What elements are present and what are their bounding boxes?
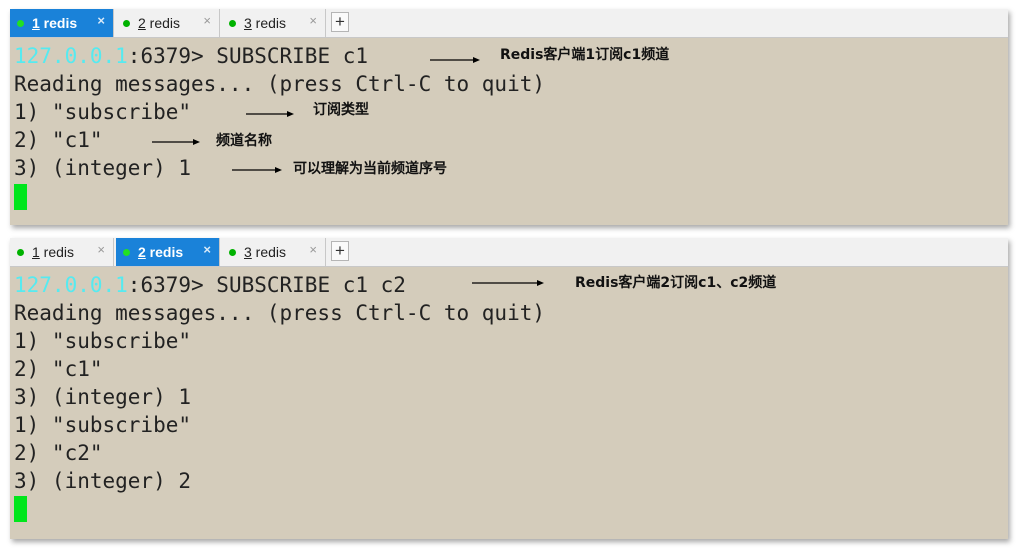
tab-label: 2 redis [138,15,181,31]
output-line: 1) "subscribe" [14,100,192,124]
connected-dot-icon [17,20,24,27]
annotation-label: Redis客户端1订阅c1频道 [500,47,670,63]
tab-redis-3[interactable]: 3 redis × [222,238,326,266]
output-line: 2) "c2" [14,441,103,465]
terminal-cursor [14,496,27,522]
prompt-command: :6379> SUBSCRIBE c1 c2 [127,273,406,297]
tab-redis-2[interactable]: 2 redis × [116,238,220,266]
terminal-window-2: 1 redis × 2 redis × 3 redis × + 127.0.0.… [10,238,1008,539]
close-tab-icon[interactable]: × [309,242,317,257]
close-tab-icon[interactable]: × [97,13,105,28]
output-line: Reading messages... (press Ctrl-C to qui… [14,301,546,325]
close-tab-icon[interactable]: × [203,242,211,257]
arrow-icon [430,57,480,63]
prompt-line: 127.0.0.1:6379> SUBSCRIBE c1 c2 [14,271,406,299]
annotation-label: 订阅类型 [313,102,369,118]
arrow-icon [246,111,294,117]
tab-redis-2[interactable]: 2 redis × [116,9,220,37]
add-tab-button[interactable]: + [331,12,349,32]
output-line: 2) "c1" [14,357,103,381]
tab-label: 1 redis [32,15,78,31]
connected-dot-icon [17,249,24,256]
terminal-window-1: 1 redis × 2 redis × 3 redis × + 127.0.0.… [10,9,1008,225]
arrow-icon [232,167,282,173]
close-tab-icon[interactable]: × [97,242,105,257]
prompt-host: 127.0.0.1 [14,273,128,297]
connected-dot-icon [123,20,130,27]
tab-label: 1 redis [32,244,75,260]
output-line: 1) "subscribe" [14,413,192,437]
annotation-label: Redis客户端2订阅c1、c2频道 [575,275,777,291]
add-tab-button[interactable]: + [331,241,349,261]
tab-bar: 1 redis × 2 redis × 3 redis × + [10,9,1008,38]
prompt-command: :6379> SUBSCRIBE c1 [127,44,369,68]
tab-bar: 1 redis × 2 redis × 3 redis × + [10,238,1008,267]
output-line: Reading messages... (press Ctrl-C to qui… [14,72,546,96]
connected-dot-icon [229,20,236,27]
tab-redis-3[interactable]: 3 redis × [222,9,326,37]
terminal-output[interactable]: 127.0.0.1:6379> SUBSCRIBE c1 Reading mes… [10,38,1008,225]
prompt-host: 127.0.0.1 [14,44,128,68]
output-line: 3) (integer) 2 [14,469,192,493]
arrow-icon [472,280,544,286]
tab-redis-1[interactable]: 1 redis × [10,238,114,266]
connected-dot-icon [229,249,236,256]
connected-dot-icon [123,249,130,256]
output-line: 1) "subscribe" [14,329,192,353]
terminal-output[interactable]: 127.0.0.1:6379> SUBSCRIBE c1 c2 Reading … [10,267,1008,539]
annotation-label: 可以理解为当前频道序号 [293,161,447,177]
prompt-line: 127.0.0.1:6379> SUBSCRIBE c1 [14,42,368,70]
tab-label: 3 redis [244,15,287,31]
output-line: 2) "c1" [14,128,103,152]
tab-label: 2 redis [138,244,184,260]
arrow-icon [152,139,200,145]
annotation-label: 频道名称 [216,133,272,149]
close-tab-icon[interactable]: × [309,13,317,28]
tab-redis-1[interactable]: 1 redis × [10,9,114,37]
output-line: 3) (integer) 1 [14,385,192,409]
tab-label: 3 redis [244,244,287,260]
output-line: 3) (integer) 1 [14,156,192,180]
close-tab-icon[interactable]: × [203,13,211,28]
terminal-cursor [14,184,27,210]
